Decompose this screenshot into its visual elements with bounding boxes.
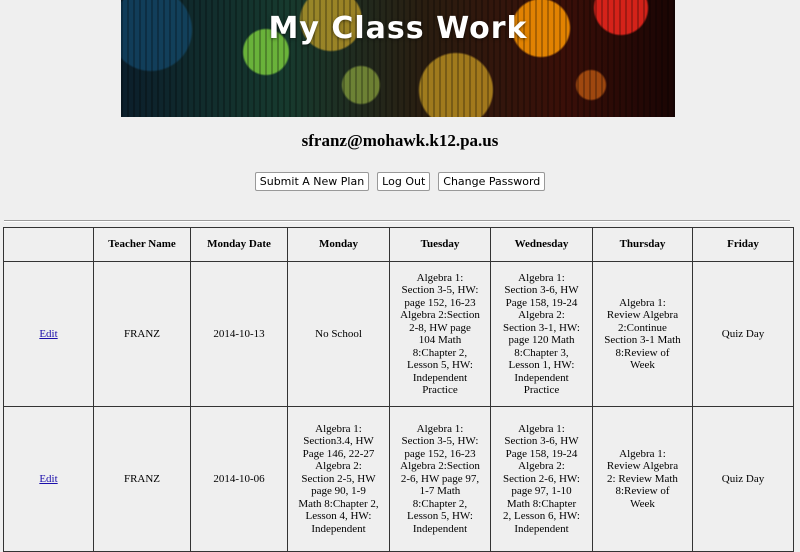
table-row: Edit FRANZ 2014-10-06 Algebra 1: Section… (3, 406, 794, 552)
tuesday-cell: Algebra 1: Section 3-5, HW: page 152, 16… (389, 261, 491, 407)
column-header-edit (3, 227, 94, 262)
date-cell: 2014-10-13 (190, 261, 288, 407)
teacher-cell: FRANZ (93, 261, 191, 407)
friday-cell: Quiz Day (692, 261, 794, 407)
user-email: sfranz@mohawk.k12.pa.us (301, 131, 499, 150)
logout-button[interactable]: Log Out (377, 172, 431, 191)
wednesday-cell: Algebra 1: Section 3-6, HW Page 158, 19-… (490, 261, 593, 407)
column-header-tuesday: Tuesday (389, 227, 491, 262)
action-bar: Submit A New Plan Log Out Change Passwor… (0, 172, 800, 191)
thursday-cell: Algebra 1: Review Algebra 2:Continue Sec… (592, 261, 693, 407)
divider (4, 220, 790, 222)
monday-cell: Algebra 1: Section3.4, HW Page 146, 22-2… (287, 406, 390, 552)
change-password-button[interactable]: Change Password (438, 172, 546, 191)
submit-plan-button[interactable]: Submit A New Plan (254, 172, 370, 191)
column-header-monday: Monday (287, 227, 390, 262)
edit-link[interactable]: Edit (39, 473, 57, 485)
edit-link[interactable]: Edit (39, 328, 57, 340)
table-row: Edit FRANZ 2014-10-13 No School Algebra … (3, 261, 794, 407)
edit-cell: Edit (3, 261, 94, 407)
friday-cell: Quiz Day (692, 406, 794, 552)
banner-title: My Class Work (268, 11, 528, 46)
teacher-cell: FRANZ (93, 406, 191, 552)
wednesday-cell: Algebra 1: Section 3-6, HW Page 158, 19-… (490, 406, 593, 552)
lesson-plans-table: Teacher Name Monday Date Monday Tuesday … (3, 227, 794, 552)
edit-cell: Edit (3, 406, 94, 552)
date-cell: 2014-10-06 (190, 406, 288, 552)
column-header-teacher: Teacher Name (93, 227, 191, 262)
tuesday-cell: Algebra 1: Section 3-5, HW: page 152, 16… (389, 406, 491, 552)
table-header-row: Teacher Name Monday Date Monday Tuesday … (3, 227, 794, 262)
thursday-cell: Algebra 1: Review Algebra 2: Review Math… (592, 406, 693, 552)
column-header-date: Monday Date (190, 227, 288, 262)
column-header-friday: Friday (692, 227, 794, 262)
column-header-wednesday: Wednesday (490, 227, 593, 262)
header-banner: My Class Work (121, 0, 675, 117)
column-header-thursday: Thursday (592, 227, 693, 262)
monday-cell: No School (287, 261, 390, 407)
